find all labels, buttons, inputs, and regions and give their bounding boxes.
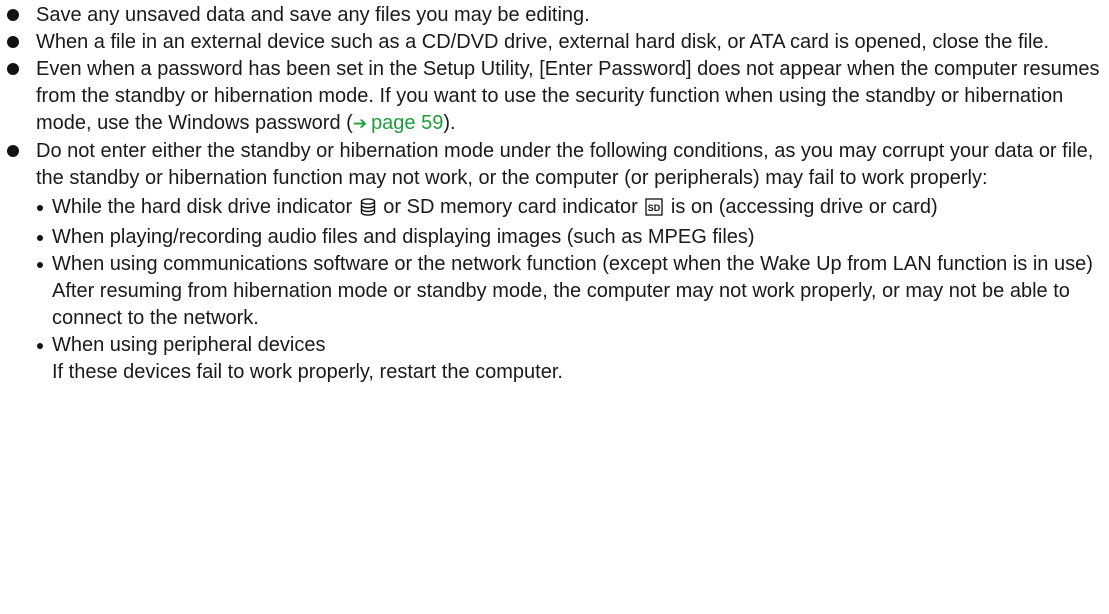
bullet-icon <box>7 9 19 21</box>
list-item: When a file in an external device such a… <box>6 29 1109 56</box>
sub-item-text: or SD memory card indicator <box>383 196 638 218</box>
sd-memory-card-indicator-icon: SD <box>645 197 664 224</box>
sublist-item: When using communications software or th… <box>36 251 1109 332</box>
list-item: Even when a password has been set in the… <box>6 56 1109 138</box>
sub-bullet-icon <box>37 235 43 241</box>
bullet-icon <box>7 63 19 75</box>
sub-item-text: When using peripheral devices <box>52 334 326 356</box>
arrow-right-icon: ➔ <box>352 114 368 134</box>
sub-bullet-icon <box>37 343 43 349</box>
sublist-item: When using peripheral devices If these d… <box>36 332 1109 386</box>
bullet-icon <box>7 145 19 157</box>
item-text: When a file in an external device such a… <box>36 31 1050 53</box>
link-text: page 59 <box>371 112 444 134</box>
item-text: Do not enter either the standby or hiber… <box>36 140 1094 189</box>
sub-bullet-icon <box>37 205 43 211</box>
page-59-link[interactable]: ➔ page 59 <box>353 112 444 134</box>
sublist-item: When playing/recording audio files and d… <box>36 224 1109 251</box>
svg-text:SD: SD <box>648 203 661 213</box>
item-text: Save any unsaved data and save any files… <box>36 4 590 26</box>
sub-item-text: is on (accessing drive or card) <box>670 196 938 218</box>
item-text: Even when a password has been set in the… <box>36 58 1100 134</box>
precautions-list: Save any unsaved data and save any files… <box>6 2 1109 386</box>
conditions-sublist: While the hard disk drive indicator or S… <box>36 194 1109 386</box>
sub-item-note: If these devices fail to work properly, … <box>52 361 563 383</box>
hard-disk-drive-indicator-icon <box>360 197 376 224</box>
document-page: Save any unsaved data and save any files… <box>0 0 1109 386</box>
bullet-icon <box>7 36 19 48</box>
sub-item-text: When using communications software or th… <box>52 253 1093 275</box>
sub-item-note: After resuming from hibernation mode or … <box>52 280 1070 329</box>
item-text-end: ). <box>443 112 456 134</box>
list-item: Save any unsaved data and save any files… <box>6 2 1109 29</box>
sub-item-text: While the hard disk drive indicator <box>52 196 353 218</box>
list-item: Do not enter either the standby or hiber… <box>6 138 1109 386</box>
sub-item-text: When playing/recording audio files and d… <box>52 226 755 248</box>
sub-bullet-icon <box>37 262 43 268</box>
sublist-item: While the hard disk drive indicator or S… <box>36 194 1109 224</box>
